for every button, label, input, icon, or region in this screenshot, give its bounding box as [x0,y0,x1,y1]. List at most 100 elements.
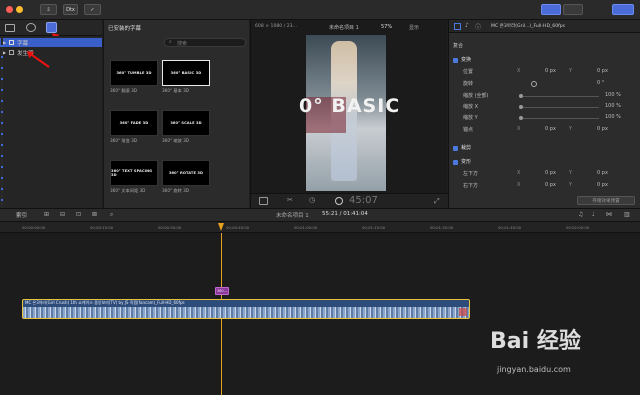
rotation-dial[interactable] [531,81,537,87]
position-row: 位置 X 0 px Y 0 px [449,68,640,77]
title-clip[interactable]: 360... [215,287,229,295]
bottom-right-y-value[interactable]: 0 px [597,182,608,188]
video-inspector-icon[interactable] [454,23,461,30]
snapping-icon[interactable]: ⋈ [606,211,612,218]
background-tasks-button[interactable]: ✓ [84,4,101,15]
transform-checkbox[interactable] [453,58,458,63]
audio-inspector-icon[interactable]: ♪ [465,22,469,29]
timecode-display: 45:07 [349,195,378,206]
bottom-right-x-value[interactable]: 0 px [545,182,556,188]
transport-bar: ✂ ◷ 45:07 ⤢ [251,193,448,208]
crop-row[interactable]: 裁剪 [449,144,640,153]
enhance-icon[interactable]: ✂ [287,196,293,204]
close-window-icon[interactable] [6,6,13,13]
view-menu[interactable]: 显示 [409,24,419,31]
index-button[interactable]: 索引 [16,211,27,219]
title-thumb-rotate[interactable]: 360° ROTATE 3D [162,160,210,186]
ruler-tick: 00:01:45:00 [498,225,522,230]
bottom-left-x-value[interactable]: 0 px [545,170,556,176]
slider-knob[interactable] [519,116,523,120]
left-edge-markers [1,36,3,208]
keyword-button[interactable]: Dtx [63,4,78,15]
timeline[interactable]: 360... MC 온3아라(Girl Crush) 1th 쇼케이스 중앙보라… [0,233,640,395]
slider-knob[interactable] [519,105,523,109]
y-label: Y [569,68,573,74]
titles-icon [9,40,15,45]
scale-x-slider[interactable] [519,107,599,108]
ruler-tick: 00:00:45:00 [226,225,250,230]
scale-y-row: 缩放 Y 100 % [449,114,640,123]
timeline-duration: 55:21 / 01:41:04 [322,211,368,217]
generators-icon [9,50,15,55]
crop-label: 裁剪 [461,145,472,151]
layout-libraries-button[interactable] [541,4,561,15]
timeline-settings-icon[interactable]: ▥ [624,211,630,218]
anchor-x-value[interactable]: 0 px [545,126,556,132]
insert-clip-icon[interactable]: ⊡ [76,211,81,218]
sidebar-item-generators[interactable]: ▶ 发生器 [0,48,102,57]
layout-inspector-button[interactable] [612,4,634,15]
layout-timeline-button[interactable] [563,4,583,15]
ruler-tick: 00:01:00:00 [294,225,318,230]
bottom-right-label: 右下方 [463,183,479,189]
info-inspector-icon[interactable]: ⓘ [475,22,481,31]
crop-checkbox[interactable] [453,146,458,151]
search-placeholder: 搜索 [177,41,188,47]
playhead-handle[interactable] [218,223,224,231]
slider-knob[interactable] [519,94,523,98]
rotation-label: 旋转 [463,81,474,87]
title-thumb-fade[interactable]: 360° FADE 3D [110,110,158,136]
transform-row[interactable]: 变换 [449,56,640,65]
distort-checkbox[interactable] [453,160,458,165]
search-input[interactable]: ⌕ 搜索 [164,38,246,47]
anchor-label: 锚点 [463,127,474,133]
zoom-menu[interactable]: 57% [381,24,392,30]
scale-all-slider[interactable] [519,96,599,97]
bottom-right-row: 右下方 X 0 px Y 0 px [449,182,640,191]
title-thumb-tumble[interactable]: 360° TUMBLE 3D [110,60,158,86]
x-label: X [517,126,521,132]
video-clip[interactable]: MC 온3아라(Girl Crush) 1th 쇼케이스 중앙보라(TV) by… [22,299,470,319]
camera-icon[interactable] [5,24,15,32]
scale-all-value[interactable]: 100 % [605,92,621,98]
headphones-icon[interactable]: ♩ [592,211,595,218]
audio-skimming-icon[interactable]: ♫ [578,211,583,218]
sidebar-item-titles[interactable]: ▶ 字幕 [0,38,102,47]
scale-x-value[interactable]: 100 % [605,103,621,109]
clip-appearance-icon[interactable]: ⊞ [44,211,49,218]
x-label: X [517,68,521,74]
distort-row[interactable]: 变形 [449,158,640,167]
anchor-y-value[interactable]: 0 px [597,126,608,132]
connect-clip-icon[interactable]: ⊟ [60,211,65,218]
title-caption: 360° 文本间距 3D [110,188,146,193]
rotation-value[interactable]: 0 ° [597,80,604,86]
y-label: Y [569,170,573,176]
ruler-tick: 00:00:00:00 [22,225,46,230]
scale-y-value[interactable]: 100 % [605,114,621,120]
title-thumb-scale[interactable]: 360° SCALE 3D [162,110,210,136]
minimize-window-icon[interactable] [16,6,23,13]
import-button[interactable]: ⇩ [40,4,57,15]
ruler-tick: 00:02:00:00 [566,225,590,230]
position-y-value[interactable]: 0 px [597,68,608,74]
fullscreen-icon[interactable]: ⤢ [434,197,440,206]
composite-row: 复合 [449,42,640,51]
save-preset-button[interactable]: 存储效果预置 [577,196,635,205]
append-clip-icon[interactable]: ⊠ [92,211,97,218]
scale-x-label: 缩放 X [463,104,479,110]
time-ruler[interactable]: 00:00:00:00 00:00:15:00 00:00:30:00 00:0… [0,222,640,233]
inspector-tabs: ♪ ⓘ MC 온3아라(Gril...)_Full-HD_60fps [449,20,640,33]
tools-menu-icon[interactable]: ⌕ [110,211,113,219]
music-icon[interactable] [26,23,36,32]
retime-icon[interactable]: ◷ [309,196,315,204]
title-thumb-basic[interactable]: 360° BASIC 3D [162,60,210,86]
transform-tool-icon[interactable] [259,197,268,205]
scale-y-slider[interactable] [519,118,599,119]
bottom-left-y-value[interactable]: 0 px [597,170,608,176]
position-x-value[interactable]: 0 px [545,68,556,74]
title-caption: 360° 旋转 3D [162,188,190,193]
title-caption: 360° 渐变 3D [110,138,138,143]
play-button[interactable] [335,197,343,205]
inspector-clip-name: MC 온3아라(Gril...)_Full-HD_60fps [491,24,566,29]
title-thumb-text-spacing[interactable]: 360° TEXT SPACING 3D [110,160,158,186]
